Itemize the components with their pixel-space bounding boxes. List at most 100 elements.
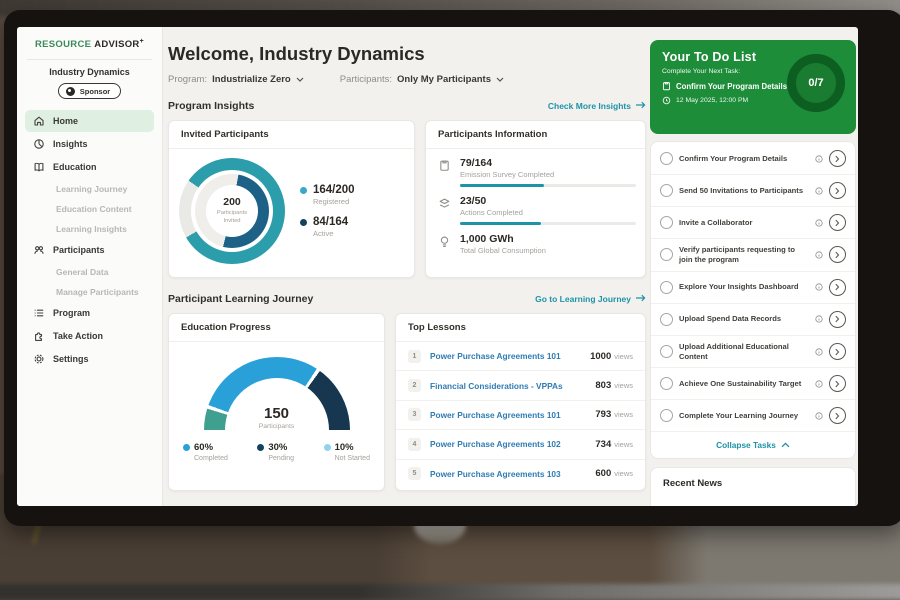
- sidebar-item-home[interactable]: Home: [25, 110, 154, 132]
- info-icon[interactable]: [815, 283, 823, 291]
- lesson-title-link[interactable]: Financial Considerations - VPPAs: [430, 381, 595, 391]
- task-open-chevron-button[interactable]: [829, 343, 846, 360]
- lesson-title-link[interactable]: Power Purchase Agreements 103: [430, 469, 595, 479]
- lesson-title-link[interactable]: Power Purchase Agreements 102: [430, 439, 595, 449]
- task-checkbox[interactable]: [660, 377, 673, 390]
- info-icon[interactable]: [815, 412, 823, 420]
- section-title: Participant Learning Journey: [168, 293, 313, 305]
- task-checkbox[interactable]: [660, 248, 673, 261]
- card-title: Education Progress: [169, 314, 384, 342]
- task-checkbox[interactable]: [660, 216, 673, 229]
- sidebar-item-label: Learning Journey: [56, 184, 127, 194]
- sidebar-item-learning-journey[interactable]: Learning Journey: [25, 179, 154, 198]
- task-row-invite-collaborator[interactable]: Invite a Collaborator: [651, 207, 855, 239]
- program-dropdown[interactable]: Program: Industrialize Zero: [168, 74, 304, 85]
- chevron-down-icon: [296, 77, 304, 82]
- recent-news-card: Recent News: [650, 467, 856, 506]
- sidebar-item-education[interactable]: Education: [25, 156, 154, 178]
- lesson-title-link[interactable]: Power Purchase Agreements 101: [430, 410, 595, 420]
- task-checkbox[interactable]: [660, 313, 673, 326]
- task-row-upload-educational-content[interactable]: Upload Additional Educational Content: [651, 336, 855, 369]
- sidebar-item-insights[interactable]: Insights: [25, 133, 154, 155]
- clipboard-icon: [662, 81, 671, 91]
- sidebar-item-label: General Data: [56, 267, 108, 277]
- progress-bar: [460, 222, 636, 225]
- task-open-chevron-button[interactable]: [829, 407, 846, 424]
- list-icon: [33, 307, 45, 319]
- info-icon[interactable]: [815, 380, 823, 388]
- sidebar-item-learning-insights[interactable]: Learning Insights: [25, 219, 154, 238]
- sidebar-item-settings[interactable]: Settings: [25, 348, 154, 370]
- collapse-tasks-link[interactable]: Collapse Tasks: [651, 432, 855, 457]
- legend-value: 164/200: [313, 184, 355, 196]
- task-open-chevron-button[interactable]: [829, 311, 846, 328]
- task-label: Verify participants requesting to join t…: [679, 239, 809, 271]
- monitor-bezel: RESOURCE ADVISOR+ Industry Dynamics Spon…: [4, 10, 900, 526]
- sidebar-item-program[interactable]: Program: [25, 302, 154, 324]
- sidebar-item-general-data[interactable]: General Data: [25, 262, 154, 281]
- task-open-chevron-button[interactable]: [829, 214, 846, 231]
- legend-label: Not Started: [335, 455, 370, 462]
- program-label: Program:: [168, 74, 207, 85]
- task-row-verify-participants[interactable]: Verify participants requesting to join t…: [651, 239, 855, 272]
- program-insights-section-header: Program Insights Check More Insights: [168, 100, 646, 112]
- task-open-chevron-button[interactable]: [829, 375, 846, 392]
- info-icon[interactable]: [815, 315, 823, 323]
- brand-advisor: ADVISOR: [94, 39, 139, 50]
- task-checkbox[interactable]: [660, 345, 673, 358]
- todo-progress-ring: 0/7: [787, 54, 845, 112]
- section-title: Program Insights: [168, 100, 254, 112]
- sidebar-item-manage-participants[interactable]: Manage Participants: [25, 282, 154, 301]
- task-checkbox[interactable]: [660, 281, 673, 294]
- task-label: Complete Your Learning Journey: [679, 405, 809, 427]
- task-row-complete-learning-journey[interactable]: Complete Your Learning Journey: [651, 400, 855, 432]
- info-icon[interactable]: [815, 155, 823, 163]
- task-label: Send 50 Invitations to Participants: [679, 180, 809, 202]
- puzzle-icon: [33, 330, 45, 342]
- legend-label: Pending: [268, 455, 294, 462]
- sidebar-item-participants[interactable]: Participants: [25, 239, 154, 261]
- sponsor-badge-label: Sponsor: [80, 87, 110, 96]
- education-gauge-chart: 150 Participants: [204, 357, 350, 430]
- task-open-chevron-button[interactable]: [829, 150, 846, 167]
- task-row-send-invitations[interactable]: Send 50 Invitations to Participants: [651, 175, 855, 207]
- sidebar-item-label: Learning Insights: [56, 224, 127, 234]
- stat-value: 23/50: [460, 195, 636, 207]
- task-row-confirm-program-details[interactable]: Confirm Your Program Details: [651, 143, 855, 175]
- lesson-row[interactable]: 3 Power Purchase Agreements 101 793 view…: [396, 401, 645, 430]
- task-open-chevron-button[interactable]: [829, 246, 846, 263]
- task-checkbox[interactable]: [660, 152, 673, 165]
- info-icon[interactable]: [815, 251, 823, 259]
- lesson-row[interactable]: 1 Power Purchase Agreements 101 1000 vie…: [396, 342, 645, 371]
- sponsor-badge[interactable]: Sponsor: [58, 83, 121, 99]
- participants-label: Participants:: [340, 74, 392, 85]
- task-row-explore-insights[interactable]: Explore Your Insights Dashboard: [651, 272, 855, 304]
- bulb-icon: [438, 235, 451, 248]
- sidebar-item-education-content[interactable]: Education Content: [25, 199, 154, 218]
- info-icon[interactable]: [815, 187, 823, 195]
- lesson-views-suffix: views: [614, 410, 633, 419]
- task-checkbox[interactable]: [660, 184, 673, 197]
- task-row-achieve-sustainability-target[interactable]: Achieve One Sustainability Target: [651, 368, 855, 400]
- task-label: Upload Spend Data Records: [679, 308, 809, 330]
- info-icon[interactable]: [815, 219, 823, 227]
- lesson-title-link[interactable]: Power Purchase Agreements 101: [430, 351, 590, 361]
- task-row-upload-spend-data[interactable]: Upload Spend Data Records: [651, 304, 855, 336]
- info-icon[interactable]: [815, 348, 823, 356]
- lesson-views-suffix: views: [614, 440, 633, 449]
- task-open-chevron-button[interactable]: [829, 279, 846, 296]
- progress-bar: [460, 184, 636, 187]
- todo-due-label: 12 May 2025, 12:00 PM: [676, 97, 748, 104]
- sidebar-item-take-action[interactable]: Take Action: [25, 325, 154, 347]
- task-label: Achieve One Sustainability Target: [679, 373, 809, 395]
- lesson-views: 793: [595, 409, 611, 420]
- participants-dropdown[interactable]: Participants: Only My Participants: [340, 74, 504, 85]
- task-checkbox[interactable]: [660, 409, 673, 422]
- stat-label: Actions Completed: [460, 208, 636, 217]
- task-open-chevron-button[interactable]: [829, 182, 846, 199]
- check-more-insights-link[interactable]: Check More Insights: [548, 101, 646, 111]
- lesson-row[interactable]: 2 Financial Considerations - VPPAs 803 v…: [396, 371, 645, 400]
- go-to-learning-journey-link[interactable]: Go to Learning Journey: [535, 294, 646, 304]
- lesson-row[interactable]: 4 Power Purchase Agreements 102 734 view…: [396, 430, 645, 459]
- lesson-row[interactable]: 5 Power Purchase Agreements 103 600 view…: [396, 460, 645, 488]
